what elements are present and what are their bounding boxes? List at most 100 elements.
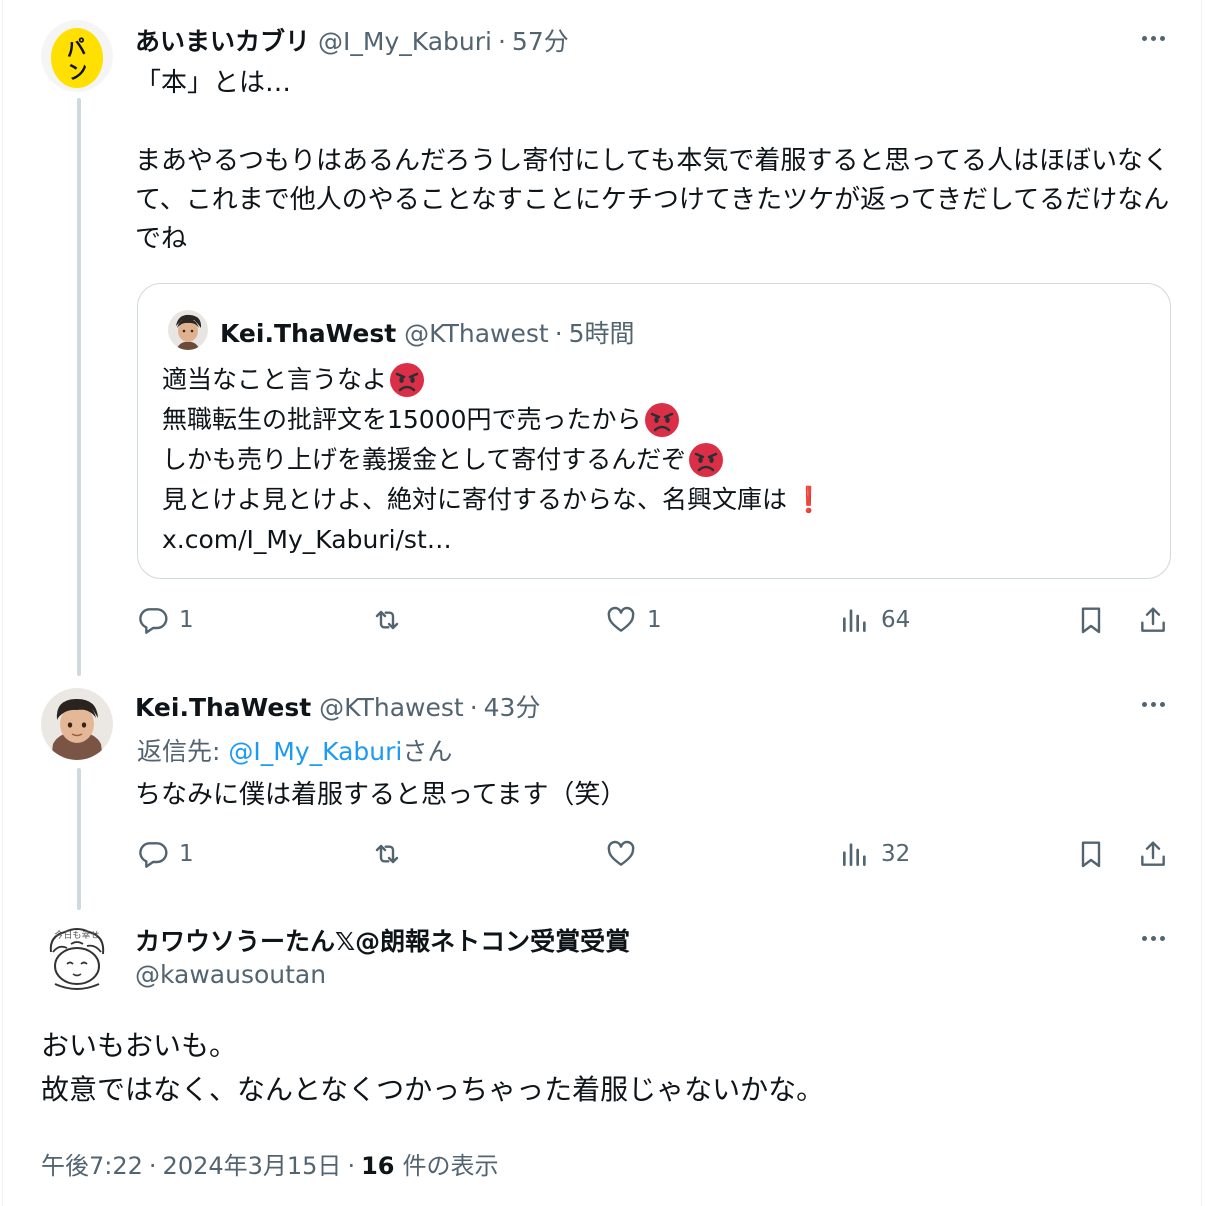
quoted-line: しかも売り上げを義援金として寄付するんだぞ bbox=[162, 440, 824, 480]
tweet-actions: 1 1 64 bbox=[137, 604, 1177, 644]
reply-mention-link[interactable]: @I_My_Kaburi bbox=[228, 737, 402, 766]
dot-icon bbox=[1150, 35, 1156, 41]
quoted-tweet-header: Kei.ThaWest @KThawest · 5時間 bbox=[220, 314, 635, 350]
like-button[interactable] bbox=[605, 838, 647, 870]
share-icon bbox=[1141, 607, 1165, 632]
reply-button[interactable]: 1 bbox=[137, 604, 194, 636]
quoted-line: 適当なこと言うなよ bbox=[162, 360, 824, 400]
share-icon bbox=[1141, 841, 1165, 866]
tweet-meta: 午後7:22 · 2024年3月15日 · 16 件の表示 bbox=[41, 1146, 498, 1181]
separator-dot: · bbox=[469, 693, 478, 722]
reply-suffix: さん bbox=[402, 737, 453, 766]
bookmark-icon bbox=[1081, 841, 1101, 868]
quoted-line: x.com/I_My_Kaburi/st… bbox=[162, 520, 824, 560]
heart-icon bbox=[607, 606, 635, 632]
author-name[interactable]: あいまいカブリ bbox=[135, 22, 310, 58]
quoted-line-text: 見とけよ見とけよ、絶対に寄付するからな、名興文庫は bbox=[162, 485, 788, 514]
more-options-button[interactable] bbox=[1133, 694, 1173, 714]
avatar-caption: 今日も幸せ bbox=[54, 929, 99, 941]
reply-button[interactable]: 1 bbox=[137, 838, 194, 870]
quoted-tweet-text: 適当なこと言うなよ 無職転生の批評文を15000円で売ったから しかも売り上げを… bbox=[162, 360, 824, 560]
dot-icon bbox=[1159, 935, 1165, 941]
tweet-header: あいまいカブリ @I_My_Kaburi · 57分 bbox=[135, 22, 569, 58]
like-button[interactable]: 1 bbox=[605, 604, 662, 636]
author-handle[interactable]: @I_My_Kaburi bbox=[318, 27, 492, 56]
angry-face-emoji-icon bbox=[390, 363, 425, 397]
timestamp[interactable]: 43分 bbox=[484, 688, 541, 724]
separator-dot: · bbox=[554, 319, 563, 348]
dot-icon bbox=[1159, 35, 1165, 41]
dot-icon bbox=[1141, 935, 1147, 941]
quoted-author-handle: @KThawest bbox=[404, 319, 549, 348]
retweet-button[interactable] bbox=[371, 838, 413, 870]
share-button[interactable] bbox=[1137, 838, 1169, 870]
dot-icon bbox=[1141, 35, 1147, 41]
angry-face-emoji-icon bbox=[689, 443, 724, 477]
tweet-text: おいもおいも。 故意ではなく、なんとなくつかっちゃった着服じゃないかな。 bbox=[41, 1029, 825, 1106]
tweet-header: Kei.ThaWest @KThawest · 43分 bbox=[135, 688, 540, 724]
exclamation-emoji-icon: ❗ bbox=[793, 485, 825, 514]
bookmark-button[interactable] bbox=[1075, 604, 1107, 636]
retweet-button[interactable] bbox=[371, 604, 413, 636]
quoted-tweet-card[interactable]: Kei.ThaWest @KThawest · 5時間 適当なこと言うなよ 無職… bbox=[137, 283, 1171, 579]
retweet-icon bbox=[375, 610, 399, 630]
post-time[interactable]: 午後7:22 bbox=[41, 1146, 143, 1181]
retweet-icon bbox=[375, 844, 399, 864]
author-handle[interactable]: @KThawest bbox=[319, 693, 464, 722]
bookmark-icon bbox=[1081, 607, 1101, 634]
avatar[interactable] bbox=[41, 688, 113, 760]
views-button[interactable]: 32 bbox=[839, 838, 910, 870]
share-button[interactable] bbox=[1137, 604, 1169, 636]
timeline-frame: パ ン あいまいカブリ @I_My_Kaburi · 57分 「本」とは… まあ… bbox=[2, 0, 1202, 1206]
quoted-line: 見とけよ見とけよ、絶対に寄付するからな、名興文庫は ❗ bbox=[162, 480, 824, 520]
tweet-header: カワウソうーたん𝕏@朗報ネトコン受賞受賞 bbox=[135, 922, 630, 958]
reply-count: 1 bbox=[179, 841, 194, 867]
quoted-line-text: 無職転生の批評文を15000円で売ったから bbox=[162, 405, 642, 434]
dot-icon bbox=[1150, 935, 1156, 941]
svg-text:ン: ン bbox=[66, 58, 90, 85]
dot-icon bbox=[1141, 701, 1147, 707]
avatar[interactable]: パ ン bbox=[41, 20, 113, 92]
quoted-link-text: x.com/I_My_Kaburi/st… bbox=[162, 525, 452, 554]
reply-count: 1 bbox=[179, 607, 194, 633]
separator-dot: · bbox=[347, 1152, 356, 1180]
quoted-line-text: しかも売り上げを義援金として寄付するんだぞ bbox=[162, 445, 687, 474]
tweet-handle-row: @kawausoutan bbox=[135, 960, 326, 989]
angry-face-emoji-icon bbox=[644, 403, 679, 437]
thread-connector bbox=[77, 768, 81, 910]
timestamp[interactable]: 57分 bbox=[512, 22, 569, 58]
quoted-line: 無職転生の批評文を15000円で売ったから bbox=[162, 400, 824, 440]
reply-context: 返信先: @I_My_Kaburiさん bbox=[137, 732, 452, 768]
reply-icon bbox=[139, 608, 168, 634]
separator-dot: · bbox=[148, 1152, 157, 1180]
tweet-actions: 1 32 bbox=[137, 838, 1177, 878]
separator-dot: · bbox=[497, 27, 506, 56]
analytics-icon bbox=[843, 609, 866, 632]
view-count: 64 bbox=[881, 607, 911, 633]
analytics-icon bbox=[843, 843, 866, 866]
tweet-text: ちなみに僕は着服すると思ってます（笑） bbox=[135, 780, 627, 810]
author-name[interactable]: カワウソうーたん𝕏@朗報ネトコン受賞受賞 bbox=[135, 922, 630, 958]
more-options-button[interactable] bbox=[1133, 928, 1173, 948]
author-handle[interactable]: @kawausoutan bbox=[135, 960, 326, 989]
view-count: 16 bbox=[361, 1152, 395, 1180]
tweet-text: 「本」とは… まあやるつもりはあるんだろうし寄付にしても本気で着服すると思ってる… bbox=[135, 68, 1170, 254]
reply-prefix: 返信先: bbox=[137, 737, 229, 766]
author-name[interactable]: Kei.ThaWest bbox=[135, 693, 311, 722]
views-label: 件の表示 bbox=[402, 1152, 499, 1180]
quoted-author-name: Kei.ThaWest bbox=[220, 319, 397, 348]
post-date[interactable]: 2024年3月15日 bbox=[163, 1146, 342, 1181]
heart-icon bbox=[607, 840, 635, 866]
avatar[interactable]: 今日も幸せ bbox=[41, 922, 113, 994]
bookmark-button[interactable] bbox=[1075, 838, 1107, 870]
quoted-timestamp: 5時間 bbox=[568, 319, 635, 348]
dot-icon bbox=[1150, 701, 1156, 707]
like-count: 1 bbox=[647, 607, 662, 633]
dot-icon bbox=[1159, 701, 1165, 707]
views-button[interactable]: 64 bbox=[839, 604, 910, 636]
more-options-button[interactable] bbox=[1133, 28, 1173, 48]
thread-connector bbox=[77, 98, 81, 676]
reply-icon bbox=[139, 842, 168, 868]
view-count: 32 bbox=[881, 841, 911, 867]
quoted-line-text: 適当なこと言うなよ bbox=[162, 365, 388, 394]
